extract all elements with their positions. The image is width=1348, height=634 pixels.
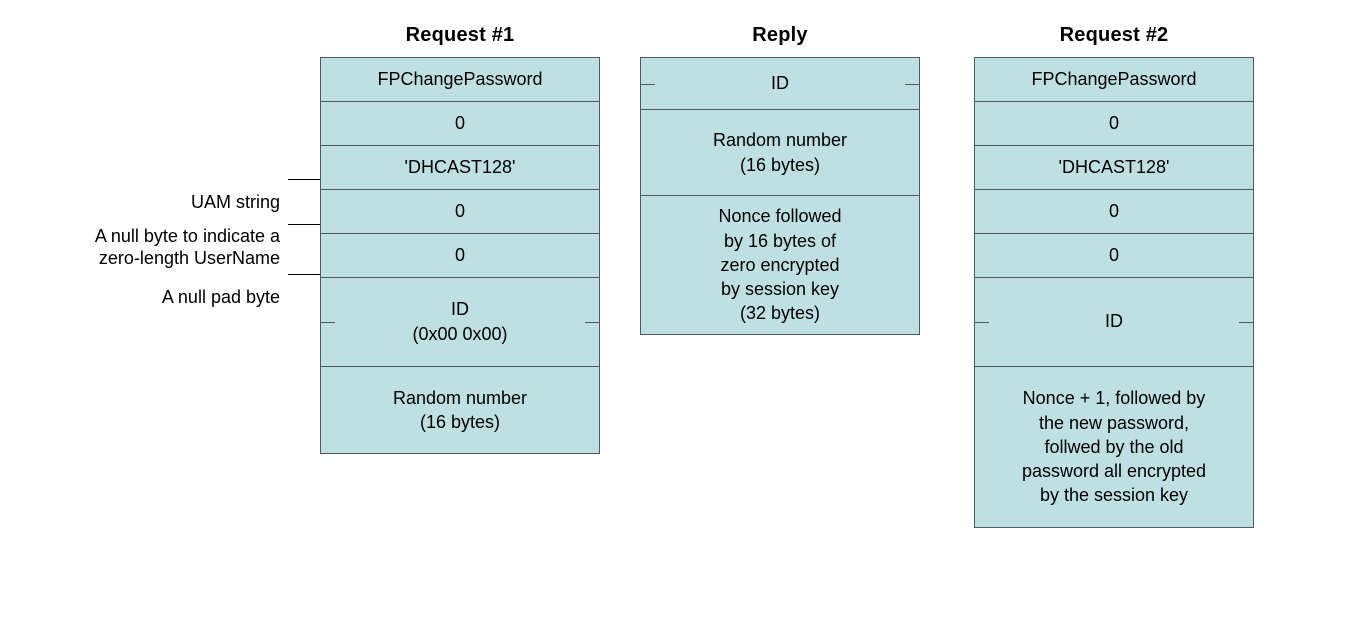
request2-title: Request #2 — [1060, 24, 1169, 47]
reply-row-id: ID — [641, 58, 919, 110]
annotation-line — [288, 224, 320, 225]
annotation-line — [288, 179, 320, 180]
request2-stack: FPChangePassword 0 'DHCAST128' 0 0 ID No… — [974, 57, 1254, 528]
annotation-line — [288, 274, 320, 275]
request2-row-zero2: 0 — [975, 190, 1253, 234]
request2-row-zero3: 0 — [975, 234, 1253, 278]
request2-row-cmd: FPChangePassword — [975, 58, 1253, 102]
request1-row-zero2: 0 — [321, 190, 599, 234]
request1-stack: FPChangePassword 0 'DHCAST128' 0 0 ID (0… — [320, 57, 600, 454]
request2-row-nonce: Nonce + 1, followed by the new password,… — [975, 367, 1253, 527]
reply-stack: ID Random number (16 bytes) Nonce follow… — [640, 57, 920, 335]
request1-row-cmd: FPChangePassword — [321, 58, 599, 102]
request1-row-rand: Random number (16 bytes) — [321, 367, 599, 453]
annotation-nullpad: A null pad byte — [162, 263, 280, 331]
reply-row-nonce: Nonce followed by 16 bytes of zero encry… — [641, 196, 919, 334]
request2-column: Request #2 FPChangePassword 0 'DHCAST128… — [974, 24, 1254, 528]
request1-title: Request #1 — [406, 24, 515, 47]
request1-column: Request #1 FPChangePassword 0 'DHCAST128… — [320, 24, 600, 454]
request1-row-id: ID (0x00 0x00) — [321, 277, 599, 367]
reply-title: Reply — [752, 24, 807, 47]
request1-row-uam: 'DHCAST128' — [321, 146, 599, 190]
request2-row-uam: 'DHCAST128' — [975, 146, 1253, 190]
request2-row-zero1: 0 — [975, 102, 1253, 146]
diagram-root: UAM string A null byte to indicate a zer… — [0, 24, 1348, 528]
reply-column: Reply ID Random number (16 bytes) Nonce … — [640, 24, 920, 335]
request1-row-zero1: 0 — [321, 102, 599, 146]
request1-row-zero3: 0 — [321, 234, 599, 278]
reply-row-rand: Random number (16 bytes) — [641, 110, 919, 196]
annotation-nullpad-text: A null pad byte — [162, 287, 280, 307]
request2-row-id: ID — [975, 277, 1253, 367]
annotation-nullbyte-text: A null byte to indicate a zero-length Us… — [95, 226, 280, 269]
